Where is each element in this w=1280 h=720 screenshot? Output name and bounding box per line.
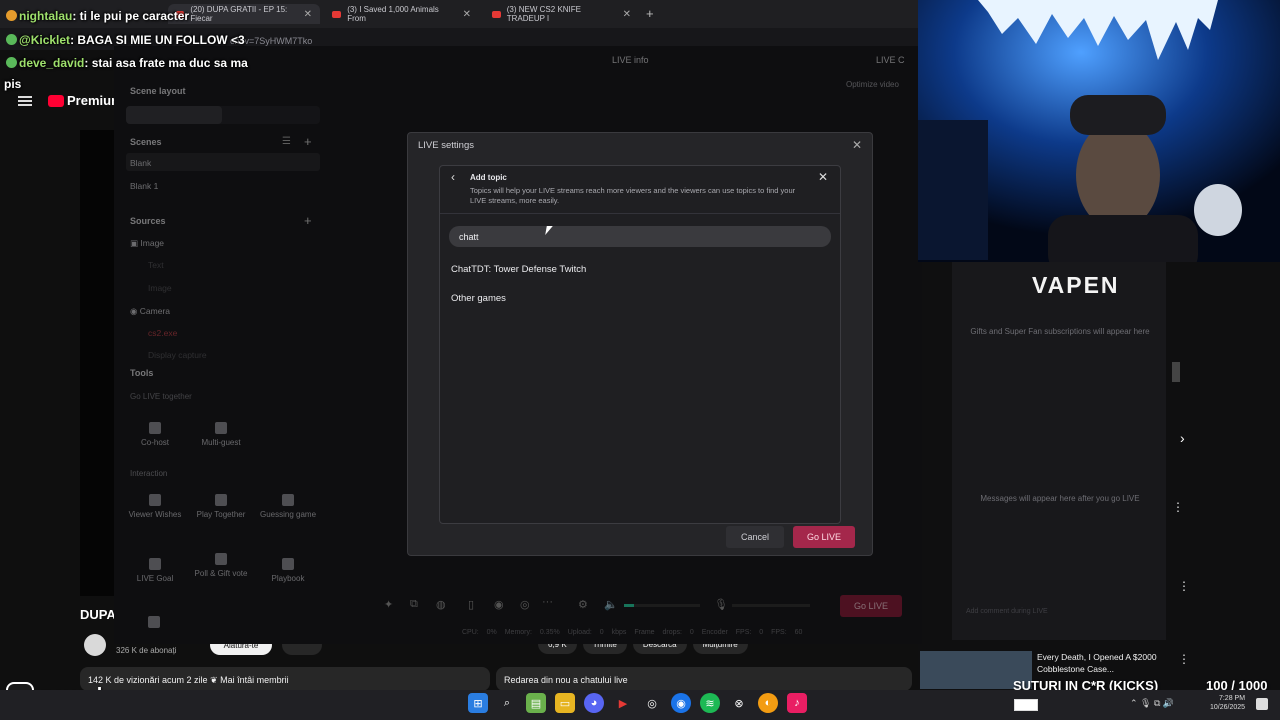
spotify-icon[interactable]: ≋: [700, 693, 720, 713]
chat-message: @Kicklet: BAGA SI MIE UN FOLLOW <3: [6, 33, 245, 47]
cancel-button[interactable]: Cancel: [726, 526, 784, 548]
chat-username: nightalau: [19, 9, 73, 23]
chat-text: : ti le pui pe caracter: [72, 9, 190, 23]
divider: [440, 213, 840, 214]
youtube-icon: [492, 10, 501, 18]
windows-start-icon[interactable]: ⊞: [468, 693, 488, 713]
chat-text: : stai asa frate ma duc sa ma: [84, 56, 248, 70]
video-title: DUPA: [80, 607, 116, 622]
chat-text: : BAGA SI MIE UN FOLLOW <3: [70, 33, 245, 47]
topic-result-item[interactable]: Other games: [451, 293, 506, 304]
topic-result-item[interactable]: ChatTDT: Tower Defense Twitch: [451, 264, 586, 275]
channel-avatar[interactable]: [84, 634, 106, 656]
live-chat-panel: [952, 262, 1166, 640]
close-icon[interactable]: ✕: [818, 170, 828, 184]
search-icon[interactable]: ⌕: [497, 693, 517, 713]
youtube-icon[interactable]: ▶: [613, 693, 633, 713]
chat-username: deve_david: [19, 56, 85, 70]
live-settings-title: LIVE settings: [418, 140, 474, 151]
topic-search-input[interactable]: [449, 226, 831, 247]
goal-progress-box: [1014, 699, 1038, 711]
close-tab-icon[interactable]: ✕: [463, 9, 471, 20]
webcam-feed: [918, 0, 1280, 262]
clock-time: 7:28 PM: [1218, 695, 1246, 702]
tab-label: (3) I Saved 1,000 Animals From: [347, 5, 439, 23]
comment-input[interactable]: Add comment during LIVE: [960, 608, 1160, 626]
gifts-placeholder: Gifts and Super Fan subscriptions will a…: [970, 327, 1150, 336]
badge-icon: [6, 57, 17, 68]
xbox-icon[interactable]: ⊗: [729, 693, 749, 713]
vapen-logo: VAPEN: [1032, 272, 1120, 298]
live-chat-replay[interactable]: Redarea din nou a chatului live: [496, 667, 912, 691]
taskbar-icons: ⊞ ⌕ ▤ ▭ ◕ ▶ ◎ ◉ ≋ ⊗ ◐ ♪: [468, 693, 807, 713]
more-options-icon[interactable]: ⋮: [1178, 579, 1190, 593]
youtube-logo[interactable]: Premium: [48, 93, 123, 108]
video-description[interactable]: 142 K de vizionări acum 2 zile ❦ Mai înt…: [80, 667, 490, 691]
scrollbar[interactable]: [1172, 362, 1180, 382]
taskbar-clock[interactable]: 7:28 PM 10/26/2025: [1210, 694, 1245, 712]
more-options-icon[interactable]: ⋮: [1172, 500, 1184, 514]
tiktok-icon[interactable]: ♪: [787, 693, 807, 713]
badge-icon: [6, 10, 17, 21]
subscriber-count: 326 K de abonați: [116, 646, 177, 655]
back-arrow-icon[interactable]: ‹: [451, 170, 455, 184]
add-topic-title: Add topic: [470, 173, 507, 182]
add-topic-dialog: [439, 165, 841, 524]
tab-label: (3) NEW CS2 KNIFE TRADEUP l: [506, 5, 581, 23]
badge-icon: [6, 34, 17, 45]
chevron-right-icon[interactable]: ›: [1180, 430, 1185, 446]
folder-icon[interactable]: ▭: [555, 693, 575, 713]
youtube-play-icon: [48, 94, 64, 107]
chat-message: deve_david: stai asa frate ma duc sa ma: [6, 56, 248, 70]
chat-message-continued: pis: [4, 77, 22, 91]
system-tray-icons[interactable]: ⌃ 🎙 ⧉ 🔊: [1130, 698, 1174, 709]
discord-icon[interactable]: ◕: [584, 693, 604, 713]
new-tab-button[interactable]: +: [646, 6, 654, 21]
settings-go-live-button[interactable]: Go LIVE: [793, 526, 855, 548]
add-topic-description: Topics will help your LIVE streams reach…: [470, 186, 796, 205]
tab-cs2-knife[interactable]: (3) NEW CS2 KNIFE TRADEUP l ✕: [484, 4, 639, 24]
close-icon[interactable]: ✕: [852, 138, 862, 152]
chat-username: @Kicklet: [19, 33, 71, 47]
more-options-icon[interactable]: ⋮: [1178, 652, 1190, 666]
tab-saved-animals[interactable]: (3) I Saved 1,000 Animals From ✕: [324, 4, 479, 24]
app-icon[interactable]: ◐: [758, 693, 778, 713]
notepad-icon[interactable]: ▤: [526, 693, 546, 713]
close-tab-icon[interactable]: ✕: [623, 9, 631, 20]
chat-message: nightalau: ti le pui pe caracter: [6, 9, 189, 23]
close-tab-icon[interactable]: ✕: [304, 9, 312, 20]
messages-placeholder: Messages will appear here after you go L…: [980, 494, 1140, 503]
recommended-title[interactable]: Every Death, I Opened A $2000 Cobbleston…: [1037, 651, 1177, 675]
chrome-icon[interactable]: ◉: [671, 693, 691, 713]
notification-icon[interactable]: [1256, 698, 1268, 710]
webcam-scene: [918, 0, 1280, 262]
tab-label: (20) DUPA GRATII - EP 15: Fiecar: [190, 5, 288, 23]
tab-dupa-gratii[interactable]: (20) DUPA GRATII - EP 15: Fiecar ✕: [168, 4, 320, 24]
clock-date: 10/26/2025: [1210, 704, 1246, 711]
video-player[interactable]: [80, 130, 118, 596]
obs-icon[interactable]: ◎: [642, 693, 662, 713]
youtube-icon: [332, 10, 342, 18]
menu-icon[interactable]: [18, 94, 32, 108]
